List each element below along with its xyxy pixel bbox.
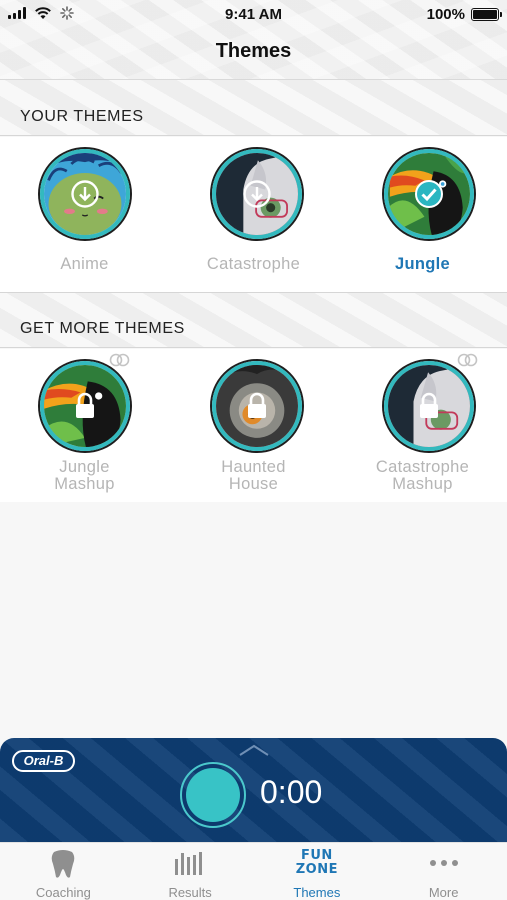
status-bar: 9:41 AM 100%: [0, 0, 507, 28]
theme-label: Catastrophe: [206, 255, 301, 273]
section-header-get-more-themes: GET MORE THEMES: [0, 292, 507, 348]
tab-label: Coaching: [35, 885, 91, 900]
theme-catastrophe-mashup[interactable]: Catastrophe Mashup: [338, 349, 507, 502]
section-header-your-themes: YOUR THEMES: [0, 80, 507, 136]
theme-label-selected: Jungle: [395, 255, 450, 273]
tooth-icon: [52, 850, 75, 878]
brushing-timer-bar[interactable]: Oral-B 0:00: [0, 738, 507, 842]
tab-label: Themes: [293, 885, 341, 900]
theme-label: Anime: [60, 255, 109, 273]
theme-label: Catastrophe Mashup: [375, 458, 470, 493]
more-dots-icon: [429, 860, 458, 866]
section-title: YOUR THEMES: [20, 108, 144, 125]
theme-label: Haunted House: [221, 458, 286, 493]
tab-more[interactable]: More: [380, 843, 507, 900]
page-title: Themes: [215, 40, 292, 62]
theme-thumbnail[interactable]: [384, 361, 474, 451]
download-icon: [243, 180, 271, 208]
theme-haunted-house[interactable]: Haunted House: [169, 349, 338, 502]
theme-thumbnail[interactable]: [384, 149, 474, 239]
tab-bar: Coaching Results FUN ZONE Themes More: [0, 842, 507, 900]
tab-label: Results: [168, 885, 212, 900]
timer-display: 0:00: [260, 774, 323, 810]
fun-zone-icon-line1: FUN: [300, 848, 333, 863]
theme-jungle-mashup[interactable]: Jungle Mashup: [0, 349, 169, 502]
lock-icon: [248, 392, 266, 418]
brand-logo: Oral-B: [12, 750, 75, 772]
theme-thumbnail[interactable]: [212, 361, 302, 451]
lock-icon: [420, 392, 438, 418]
tab-label: More: [428, 885, 459, 900]
theme-thumbnail[interactable]: [40, 149, 130, 239]
header-bar: 9:41 AM 100% Themes: [0, 0, 507, 80]
timer-start-button[interactable]: [180, 762, 246, 828]
battery-percent: 100%: [426, 6, 465, 23]
tab-results[interactable]: Results: [127, 843, 254, 900]
coins-icon: [457, 353, 478, 367]
theme-thumbnail[interactable]: [212, 149, 302, 239]
theme-thumbnail[interactable]: [40, 361, 130, 451]
bar-chart-icon: [175, 852, 203, 875]
section-title: GET MORE THEMES: [20, 320, 185, 337]
checkmark-icon: [415, 180, 443, 208]
theme-label: Jungle Mashup: [54, 458, 115, 493]
theme-jungle[interactable]: Jungle: [338, 137, 507, 292]
tab-themes[interactable]: FUN ZONE Themes: [254, 843, 381, 900]
theme-catastrophe[interactable]: Catastrophe: [169, 137, 338, 292]
theme-anime[interactable]: Anime: [0, 137, 169, 292]
lock-icon: [76, 392, 94, 418]
chevron-up-icon[interactable]: [238, 744, 270, 756]
download-icon: [71, 180, 99, 208]
more-themes-row: Jungle Mashup Haunted House Catastrophe …: [0, 349, 507, 502]
coins-icon: [109, 353, 130, 367]
your-themes-row: Anime Catastrophe Jungle: [0, 137, 507, 292]
battery-icon: [471, 8, 502, 21]
fun-zone-icon: FUN ZONE: [296, 849, 338, 877]
fun-zone-icon-line2: ZONE: [295, 862, 338, 877]
tab-coaching[interactable]: Coaching: [0, 843, 127, 900]
